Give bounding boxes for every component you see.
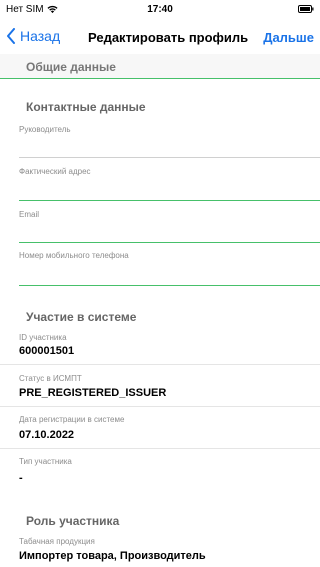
- contacts-section-title: Контактные данные: [26, 100, 146, 114]
- status-bar: Нет SIM 17:40: [0, 0, 320, 20]
- participant-type-value: -: [19, 472, 23, 484]
- tobacco-label: Табачная продукция: [19, 537, 95, 546]
- back-button[interactable]: Назад: [6, 28, 60, 44]
- battery-icon: [298, 5, 314, 13]
- navigation-bar: Назад Редактировать профиль Дальше: [0, 22, 320, 52]
- address-field-label: Фактический адрес: [19, 167, 91, 176]
- divider: [0, 448, 320, 449]
- divider: [0, 406, 320, 407]
- participation-section-title: Участие в системе: [26, 310, 137, 324]
- role-section-title: Роль участника: [26, 514, 120, 528]
- general-data-tab[interactable]: Общие данные: [0, 54, 320, 79]
- participant-type-label: Тип участника: [19, 457, 72, 466]
- page-title: Редактировать профиль: [88, 30, 249, 45]
- tobacco-value: Импортер товара, Производитель: [19, 550, 206, 562]
- general-data-title: Общие данные: [26, 60, 116, 74]
- chevron-left-icon: [7, 28, 15, 44]
- manager-field-label: Руководитель: [19, 125, 71, 134]
- back-button-label: Назад: [20, 28, 61, 44]
- participant-id-value: 600001501: [19, 345, 75, 357]
- participant-id-label: ID участника: [19, 333, 67, 342]
- next-button[interactable]: Дальше: [263, 30, 314, 45]
- status-label: Статус в ИСМПТ: [19, 374, 82, 383]
- clock: 17:40: [147, 4, 173, 15]
- registration-date-value: 07.10.2022: [19, 429, 75, 441]
- registration-date-label: Дата регистрации в системе: [19, 415, 125, 424]
- address-field[interactable]: [19, 200, 320, 201]
- phone-field[interactable]: [19, 285, 320, 286]
- email-field[interactable]: [19, 242, 320, 243]
- email-field-label: Email: [19, 210, 40, 219]
- manager-field[interactable]: [19, 157, 320, 158]
- status-value: PRE_REGISTERED_ISSUER: [19, 387, 167, 399]
- phone-field-label: Номер мобильного телефона: [19, 251, 129, 260]
- divider: [0, 364, 320, 365]
